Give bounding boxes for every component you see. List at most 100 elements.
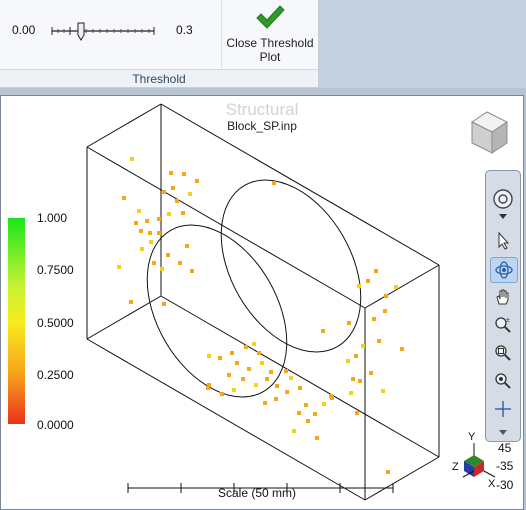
threshold-point [355, 411, 359, 415]
threshold-point [230, 351, 234, 355]
threshold-point [122, 196, 126, 200]
threshold-point [241, 377, 245, 381]
threshold-point [394, 285, 398, 289]
legend-label: 0.5000 [37, 316, 74, 330]
svg-text:±: ± [506, 317, 510, 324]
threshold-point [383, 309, 387, 313]
axis-z-label: Z [452, 461, 459, 473]
model-file-name: Block_SP.inp [227, 119, 297, 133]
threshold-point [134, 221, 138, 225]
threshold-point [169, 171, 173, 175]
slider-thumb[interactable] [77, 22, 85, 41]
rotation-y-readout: -35 [496, 459, 514, 473]
ribbon: 0.00 0.3 Close Threshold Plot Threshold [0, 0, 526, 88]
threshold-point [162, 302, 166, 306]
threshold-point [265, 377, 269, 381]
threshold-point [185, 244, 189, 248]
threshold-point [306, 419, 310, 423]
center-icon[interactable] [490, 397, 516, 421]
steering-wheel-icon[interactable] [490, 187, 516, 211]
legend-label: 0.0000 [37, 418, 74, 432]
threshold-point [400, 347, 404, 351]
threshold-point [167, 212, 171, 216]
threshold-point [297, 411, 301, 415]
threshold-point [137, 209, 141, 213]
threshold-point [130, 157, 134, 161]
threshold-point [175, 199, 179, 203]
threshold-points [117, 157, 404, 474]
threshold-min-value: 0.00 [12, 23, 36, 37]
pan-hand-icon[interactable] [490, 285, 516, 309]
threshold-point [284, 369, 288, 373]
threshold-point [357, 284, 361, 288]
viewport-3d[interactable]: Structural Block_SP.inp 1.000 0.7500 0.5… [0, 95, 524, 510]
legend-color-bar [8, 218, 25, 424]
threshold-point [285, 390, 289, 394]
threshold-point [361, 344, 365, 348]
threshold-point [269, 370, 273, 374]
threshold-point [178, 261, 182, 265]
orbit-icon[interactable] [490, 257, 518, 283]
chevron-down-icon[interactable] [490, 427, 516, 437]
hole-outlines [146, 179, 362, 398]
threshold-point [272, 181, 276, 185]
threshold-point [140, 247, 144, 251]
threshold-point [244, 345, 248, 349]
threshold-point [298, 386, 302, 390]
threshold-max-value: 0.3 [176, 23, 193, 37]
axis-triad-icon [462, 443, 496, 478]
threshold-point [257, 351, 261, 355]
threshold-point [304, 403, 308, 407]
viewport-title: Structural [225, 100, 299, 119]
threshold-point [289, 376, 293, 380]
threshold-point [374, 269, 378, 273]
threshold-point [157, 217, 161, 221]
threshold-point [166, 253, 170, 257]
threshold-group: 0.00 0.3 Close Threshold Plot Threshold [0, 0, 319, 87]
threshold-point [386, 470, 390, 474]
zoom-icon[interactable]: ± [490, 313, 516, 337]
threshold-point [263, 401, 267, 405]
threshold-point [160, 267, 164, 271]
checkmark-icon [256, 5, 285, 29]
threshold-point [162, 190, 166, 194]
threshold-point [117, 265, 121, 269]
threshold-point [366, 279, 370, 283]
threshold-point [384, 294, 388, 298]
threshold-point [369, 371, 373, 375]
threshold-point [292, 429, 296, 433]
threshold-point [260, 361, 264, 365]
threshold-point [347, 321, 351, 325]
threshold-point [329, 394, 333, 398]
threshold-point [149, 240, 153, 244]
threshold-group-label: Threshold [0, 69, 318, 87]
close-threshold-plot-button[interactable]: Close Threshold Plot [221, 0, 318, 68]
threshold-point [351, 377, 355, 381]
threshold-point [275, 384, 279, 388]
zoom-extents-icon[interactable] [490, 369, 516, 393]
chevron-down-icon[interactable] [490, 211, 516, 221]
rotation-z-readout: -30 [496, 478, 514, 492]
select-arrow-icon[interactable] [490, 229, 516, 253]
zoom-window-icon[interactable] [490, 341, 516, 365]
threshold-point [321, 329, 325, 333]
threshold-point [252, 342, 256, 346]
threshold-slider[interactable] [48, 18, 158, 44]
threshold-point [207, 354, 211, 358]
threshold-point [227, 373, 231, 377]
threshold-point [182, 172, 186, 176]
legend-label: 1.000 [37, 211, 68, 225]
threshold-point [274, 397, 278, 401]
threshold-point [313, 412, 317, 416]
threshold-point [232, 388, 236, 392]
threshold-point [247, 367, 251, 371]
legend-label: 0.2500 [37, 368, 74, 382]
navigation-toolbar: ± [485, 170, 521, 442]
threshold-point [171, 186, 175, 190]
threshold-point [372, 317, 376, 321]
threshold-point [349, 391, 353, 395]
threshold-point [139, 229, 143, 233]
block-wireframe [86, 103, 440, 501]
axis-y-label: Y [468, 431, 476, 443]
threshold-point [181, 211, 185, 215]
